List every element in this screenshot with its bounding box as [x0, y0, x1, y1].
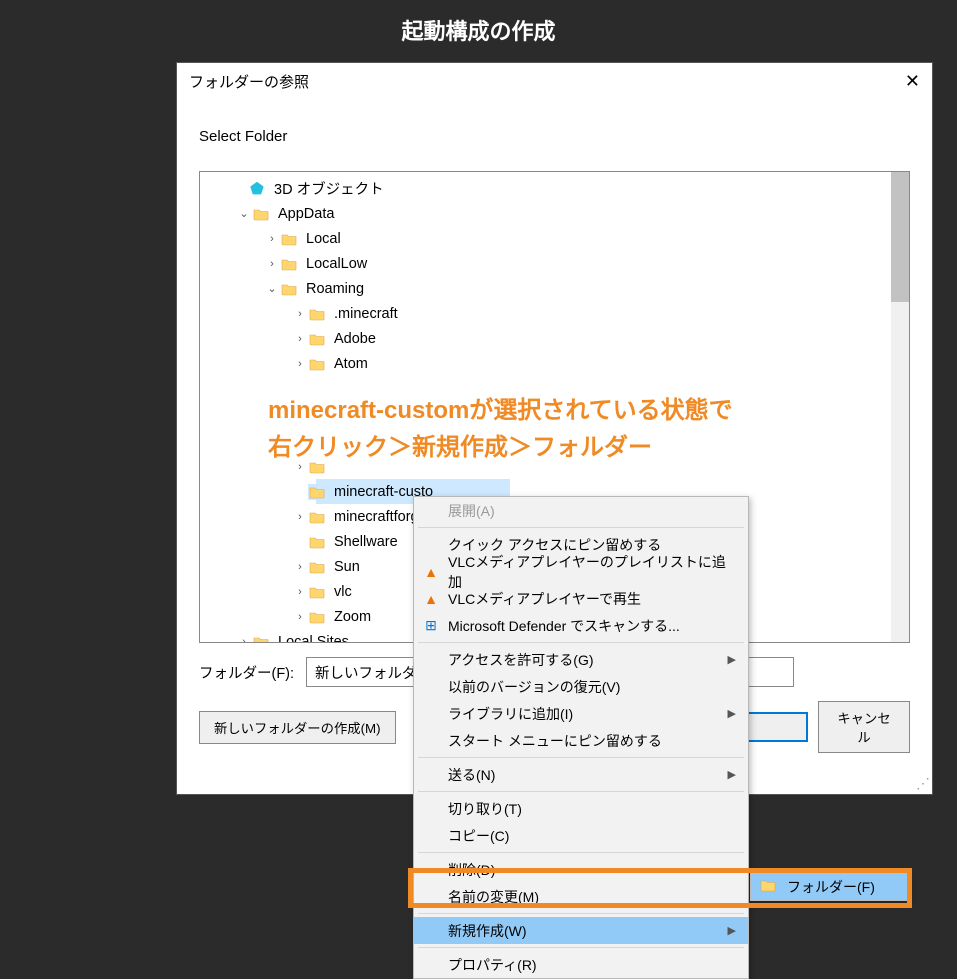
ctx-vlc-play[interactable]: ▲VLCメディアプレイヤーで再生	[414, 585, 748, 612]
vlc-cone-icon: ▲	[421, 591, 441, 607]
ctx-rename[interactable]: 名前の変更(M)	[414, 883, 748, 910]
tree-spacer	[200, 402, 909, 428]
dialog-titlebar: フォルダーの参照 ✕	[177, 63, 932, 100]
tree-item-roaming[interactable]: ⌄ Roaming	[200, 276, 909, 301]
folder-icon	[308, 584, 326, 600]
chevron-right-icon: ›	[264, 258, 280, 270]
chevron-right-icon: ›	[292, 461, 308, 473]
chevron-right-icon: ›	[236, 636, 252, 644]
chevron-right-icon: ▶	[728, 924, 736, 937]
dialog-title: フォルダーの参照	[189, 71, 309, 92]
folder-field-label: フォルダー(F):	[199, 662, 294, 683]
folder-icon	[308, 306, 326, 322]
chevron-right-icon: ›	[292, 511, 308, 523]
ctx-properties[interactable]: プロパティ(R)	[414, 951, 748, 978]
menu-separator	[418, 757, 744, 758]
folder-icon	[308, 459, 326, 475]
folder-icon	[308, 509, 326, 525]
ctx-new-folder[interactable]: フォルダー(F)	[751, 873, 907, 900]
page-title: 起動構成の作成	[0, 0, 957, 60]
context-menu: 展開(A) クイック アクセスにピン留めする ▲VLCメディアプレイヤーのプレイ…	[413, 496, 749, 979]
tree-item-local[interactable]: › Local	[200, 226, 909, 251]
folder-icon	[308, 331, 326, 347]
folder-icon	[308, 559, 326, 575]
tree-item-3d-objects[interactable]: › ⬟ 3D オブジェクト	[200, 176, 909, 201]
vlc-cone-icon: ▲	[421, 564, 441, 580]
menu-separator	[418, 913, 744, 914]
new-folder-button[interactable]: 新しいフォルダーの作成(M)	[199, 711, 396, 744]
chevron-down-icon: ⌄	[236, 207, 252, 220]
ctx-cut[interactable]: 切り取り(T)	[414, 795, 748, 822]
chevron-right-icon: ›	[264, 233, 280, 245]
context-submenu-new: フォルダー(F)	[750, 872, 908, 901]
ctx-pin-start[interactable]: スタート メニューにピン留めする	[414, 727, 748, 754]
folder-icon	[252, 634, 270, 644]
ctx-send-to[interactable]: 送る(N)▶	[414, 761, 748, 788]
menu-separator	[418, 642, 744, 643]
menu-separator	[418, 527, 744, 528]
ctx-new[interactable]: 新規作成(W)▶	[414, 917, 748, 944]
dialog-subtitle: Select Folder	[177, 100, 932, 157]
chevron-right-icon: ›	[292, 611, 308, 623]
ctx-add-library[interactable]: ライブラリに追加(I)▶	[414, 700, 748, 727]
scrollbar[interactable]	[891, 172, 909, 642]
folder-icon	[280, 256, 298, 272]
menu-separator	[418, 791, 744, 792]
menu-separator	[418, 852, 744, 853]
folder-icon	[308, 609, 326, 625]
chevron-right-icon: ▶	[728, 653, 736, 666]
chevron-right-icon: ▶	[728, 707, 736, 720]
folder-icon	[252, 206, 270, 222]
tree-item-adobe[interactable]: › Adobe	[200, 326, 909, 351]
folder-icon	[280, 231, 298, 247]
ctx-expand: 展開(A)	[414, 497, 748, 524]
shield-icon: ⊞	[421, 617, 441, 634]
ctx-previous-versions[interactable]: 以前のバージョンの復元(V)	[414, 673, 748, 700]
chevron-right-icon: ›	[292, 358, 308, 370]
ctx-copy[interactable]: コピー(C)	[414, 822, 748, 849]
ctx-grant-access[interactable]: アクセスを許可する(G)▶	[414, 646, 748, 673]
chevron-icon: ›	[232, 183, 248, 195]
chevron-icon: ›	[292, 536, 308, 548]
scrollbar-thumb[interactable]	[891, 172, 909, 302]
tree-item-locallow[interactable]: › LocalLow	[200, 251, 909, 276]
folder-icon	[308, 484, 326, 500]
tree-item-atom[interactable]: › Atom	[200, 351, 909, 376]
chevron-icon: ›	[292, 486, 308, 498]
folder-icon	[280, 281, 298, 297]
folder-icon	[308, 534, 326, 550]
tree-item-hidden[interactable]: › ........	[200, 454, 909, 479]
resize-grip-icon[interactable]: ⋰	[916, 778, 930, 792]
chevron-right-icon: ›	[292, 586, 308, 598]
folder-icon	[308, 356, 326, 372]
chevron-down-icon: ⌄	[264, 282, 280, 295]
tree-spacer	[200, 428, 909, 454]
close-icon[interactable]: ✕	[880, 71, 920, 92]
menu-separator	[418, 947, 744, 948]
chevron-right-icon: ›	[292, 333, 308, 345]
cube-icon: ⬟	[248, 181, 266, 197]
chevron-right-icon: ▶	[728, 768, 736, 781]
ctx-delete[interactable]: 削除(D)	[414, 856, 748, 883]
chevron-right-icon: ›	[292, 561, 308, 573]
folder-icon	[758, 878, 778, 895]
tree-item-dotminecraft[interactable]: › .minecraft	[200, 301, 909, 326]
ctx-defender-scan[interactable]: ⊞Microsoft Defender でスキャンする...	[414, 612, 748, 639]
ctx-vlc-playlist[interactable]: ▲VLCメディアプレイヤーのプレイリストに追加	[414, 558, 748, 585]
tree-item-appdata[interactable]: ⌄ AppData	[200, 201, 909, 226]
tree-spacer	[200, 376, 909, 402]
chevron-right-icon: ›	[292, 308, 308, 320]
cancel-button[interactable]: キャンセル	[818, 701, 910, 753]
